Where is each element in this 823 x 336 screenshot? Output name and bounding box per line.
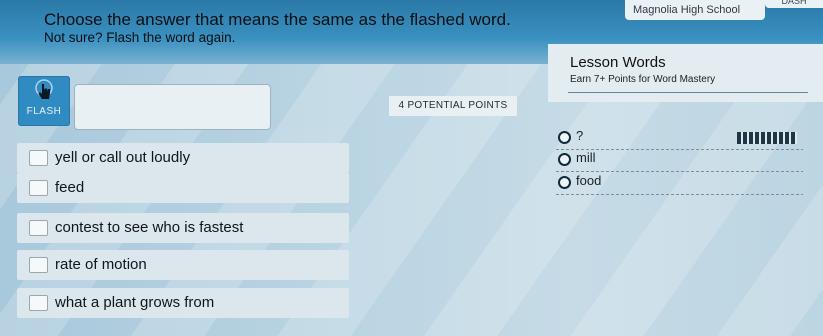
choice-label: rate of motion xyxy=(55,256,147,273)
choice-checkbox[interactable] xyxy=(29,295,48,311)
choice-3[interactable]: contest to see who is fastest xyxy=(17,213,349,243)
hand-pointer-icon xyxy=(35,79,53,99)
lesson-word: ? xyxy=(576,128,584,143)
choice-2[interactable]: feed xyxy=(17,173,349,203)
choice-5[interactable]: what a plant grows from xyxy=(17,288,349,318)
choice-label: feed xyxy=(55,179,85,196)
lesson-word: food xyxy=(576,173,602,188)
instruction-subtitle: Not sure? Flash the word again. xyxy=(44,30,236,45)
instruction-title: Choose the answer that means the same as… xyxy=(44,10,511,29)
choice-checkbox[interactable] xyxy=(29,257,48,273)
mastery-progress-bar xyxy=(737,132,797,144)
word-status-icon xyxy=(558,153,571,166)
choice-checkbox[interactable] xyxy=(29,150,48,166)
choice-label: yell or call out loudly xyxy=(55,149,191,166)
choice-checkbox[interactable] xyxy=(29,220,48,236)
choice-1[interactable]: yell or call out loudly xyxy=(17,143,349,173)
divider xyxy=(568,92,808,93)
row-divider xyxy=(556,171,803,172)
flash-label: FLASH xyxy=(26,106,62,117)
choice-checkbox[interactable] xyxy=(29,180,48,196)
lesson-word-row[interactable]: ? xyxy=(556,128,803,150)
choice-4[interactable]: rate of motion xyxy=(17,250,349,280)
word-status-icon xyxy=(558,176,571,189)
flash-button[interactable]: FLASH xyxy=(18,76,70,126)
dash-label[interactable]: DASH xyxy=(765,0,823,8)
lesson-word-row[interactable]: food xyxy=(556,173,803,195)
word-status-icon xyxy=(558,131,571,144)
lesson-words-panel: Lesson Words Earn 7+ Points for Word Mas… xyxy=(548,44,823,102)
row-divider xyxy=(556,194,803,195)
lesson-subtitle: Earn 7+ Points for Word Mastery xyxy=(570,74,716,85)
school-name: Magnolia High School xyxy=(625,0,765,20)
lesson-word: mill xyxy=(576,150,596,165)
choice-label: what a plant grows from xyxy=(55,294,215,311)
choice-label: contest to see who is fastest xyxy=(55,219,244,236)
flashed-word-box xyxy=(74,84,271,130)
potential-points-badge: 4 POTENTIAL POINTS xyxy=(389,96,517,116)
lesson-title: Lesson Words xyxy=(570,54,666,71)
lesson-word-row[interactable]: mill xyxy=(556,150,803,172)
